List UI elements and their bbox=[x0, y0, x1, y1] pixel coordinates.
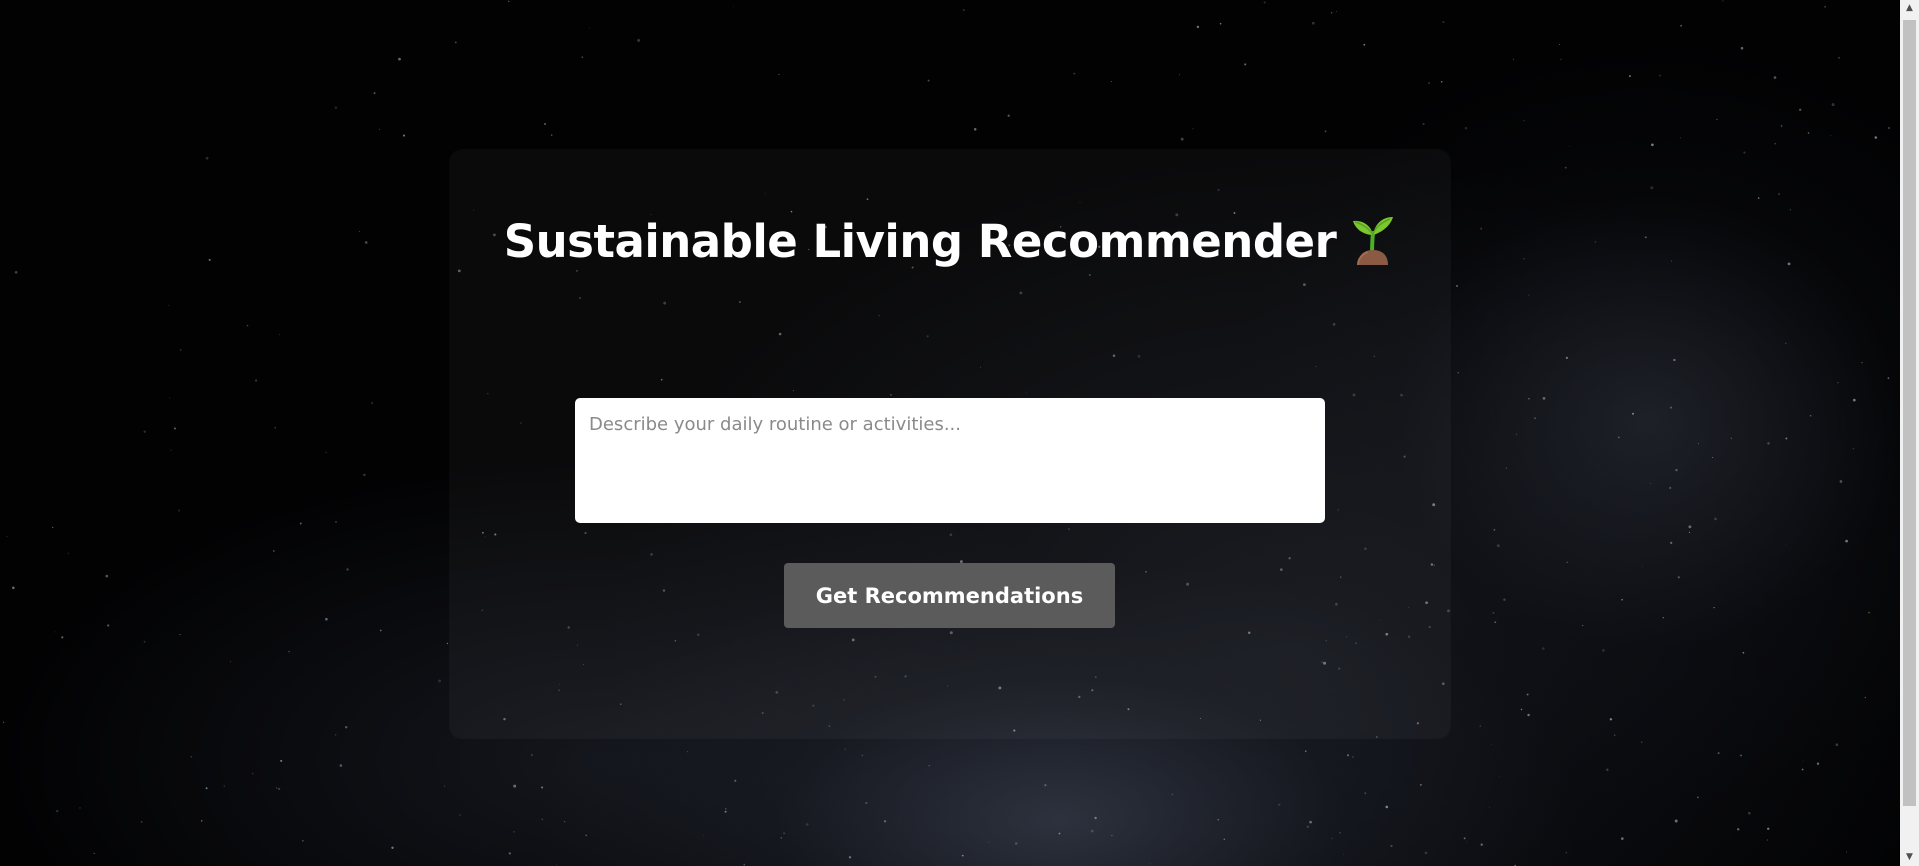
page-title: Sustainable Living Recommender bbox=[0, 212, 1900, 272]
scrollbar-thumb[interactable] bbox=[1903, 20, 1916, 806]
chevron-down-icon[interactable]: ▼ bbox=[1900, 849, 1919, 866]
get-recommendations-button[interactable]: Get Recommendations bbox=[784, 563, 1115, 628]
routine-input[interactable] bbox=[575, 398, 1325, 523]
chevron-up-icon[interactable]: ▲ bbox=[1900, 0, 1919, 17]
vertical-scrollbar[interactable]: ▲ ▼ bbox=[1900, 0, 1919, 866]
seedling-icon bbox=[1353, 217, 1394, 266]
page-title-text: Sustainable Living Recommender bbox=[503, 215, 1337, 268]
